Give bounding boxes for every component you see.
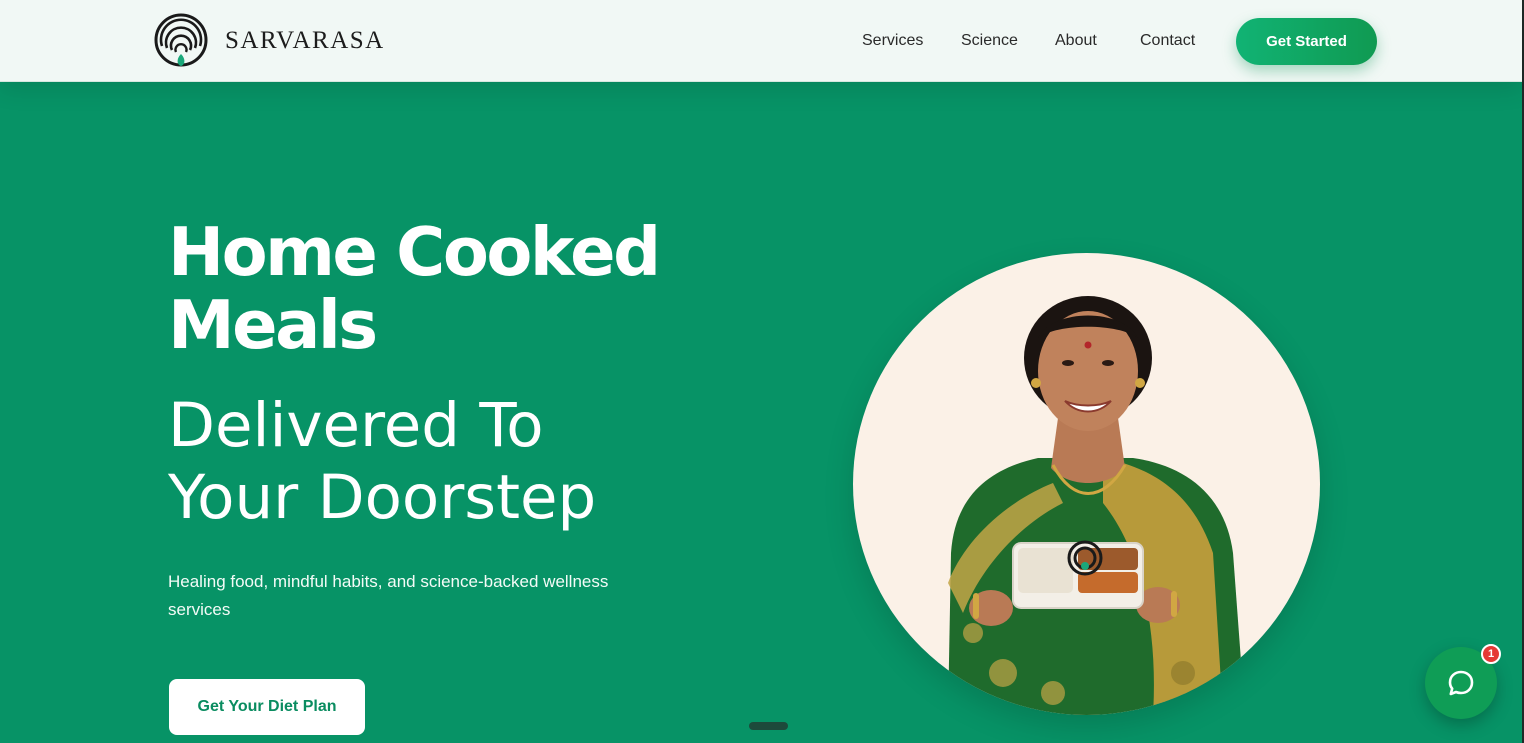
- carousel-indicator[interactable]: [749, 722, 788, 730]
- woman-with-meal-box-illustration: [948, 296, 1245, 715]
- brand-name[interactable]: SARVARASA: [225, 27, 385, 55]
- hero-title-line2: Meals: [168, 286, 378, 364]
- get-diet-plan-button[interactable]: Get Your Diet Plan: [169, 679, 365, 735]
- chat-icon: [1448, 670, 1474, 696]
- site-header: SARVARASA Services Science About Contact…: [0, 0, 1522, 82]
- page: SARVARASA Services Science About Contact…: [0, 0, 1524, 743]
- hero-title-line1: Home Cooked: [168, 213, 661, 291]
- nav-services[interactable]: Services: [862, 32, 923, 50]
- hero-subtitle-line2: Your Doorstep: [168, 462, 597, 533]
- chat-notification-badge: 1: [1481, 644, 1501, 664]
- hero-title: Home Cooked Meals: [168, 216, 728, 362]
- hero-subtitle: Delivered To Your Doorstep: [168, 390, 728, 534]
- hero-subtitle-line1: Delivered To: [168, 390, 544, 461]
- brand-logo-icon[interactable]: [153, 12, 209, 70]
- nav-science[interactable]: Science: [961, 32, 1018, 50]
- get-started-button[interactable]: Get Started: [1236, 18, 1377, 65]
- hero-description: Healing food, mindful habits, and scienc…: [168, 572, 609, 619]
- nav-contact[interactable]: Contact: [1140, 32, 1195, 50]
- hero-image: [853, 253, 1320, 715]
- nav-about[interactable]: About: [1055, 32, 1097, 50]
